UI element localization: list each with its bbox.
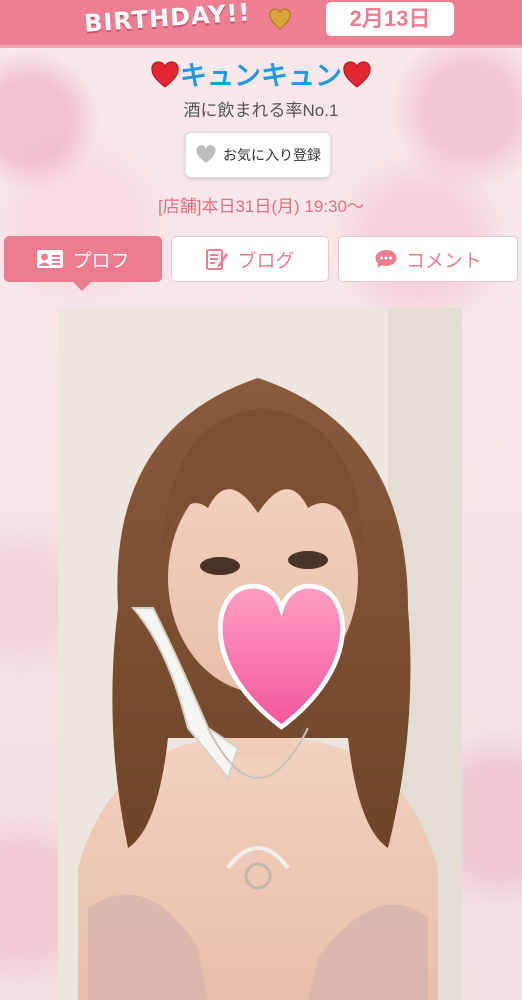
tab-profile[interactable]: プロフ bbox=[4, 236, 162, 291]
red-heart-icon bbox=[343, 61, 371, 88]
profile-photo-image bbox=[58, 308, 462, 1000]
profile-tagline: 酒に飲まれる率No.1 bbox=[183, 101, 339, 120]
profile-photo[interactable] bbox=[58, 308, 462, 1000]
tab-blog-label: ブログ bbox=[237, 250, 295, 272]
profile-card-icon bbox=[37, 250, 64, 268]
tab-profile-label: プロフ bbox=[72, 250, 130, 272]
tab-blog[interactable]: ブログ bbox=[171, 236, 329, 282]
birthday-banner: BIRTHDAY!! 2月13日 bbox=[0, 0, 522, 48]
tab-comment[interactable]: コメント bbox=[338, 236, 518, 282]
gold-heart-icon bbox=[269, 8, 291, 30]
favorite-button-label: お気に入り登録 bbox=[223, 147, 321, 163]
red-heart-icon bbox=[151, 61, 179, 88]
speech-bubble-icon bbox=[375, 250, 397, 268]
birthday-date: 2月13日 bbox=[326, 2, 454, 36]
profile-name: キュンキュン bbox=[180, 61, 342, 91]
profile-tabs: プロフ ブログ コメント bbox=[4, 236, 518, 291]
favorite-button[interactable]: お気に入り登録 bbox=[185, 132, 331, 178]
schedule-text: [店舗]本日31日(月) 19:30〜 bbox=[158, 197, 364, 216]
profile-name-line: キュンキュン bbox=[0, 56, 522, 96]
blog-pen-icon bbox=[206, 249, 229, 270]
banner-birthday-text: BIRTHDAY!! bbox=[83, 0, 252, 38]
heart-icon bbox=[196, 145, 216, 163]
tab-comment-label: コメント bbox=[405, 250, 482, 272]
